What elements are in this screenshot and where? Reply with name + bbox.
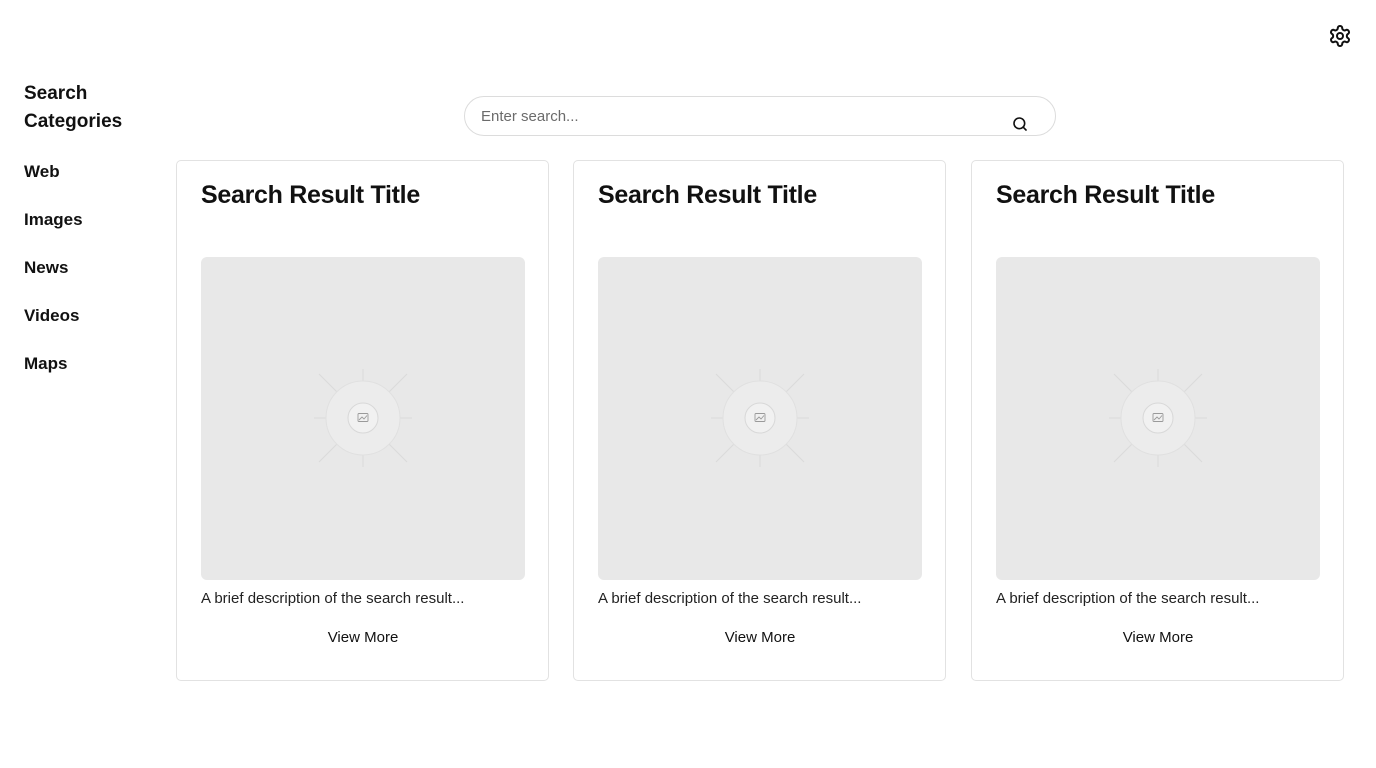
sidebar-item-web[interactable]: Web [24, 160, 164, 184]
sidebar-item-maps[interactable]: Maps [24, 352, 164, 376]
search-button[interactable] [1011, 115, 1029, 133]
sidebar-item-news[interactable]: News [24, 256, 164, 280]
result-card: Search Result Title A brief description … [573, 160, 946, 681]
result-image [996, 257, 1320, 580]
results-grid: Search Result Title A brief description … [176, 160, 1344, 681]
result-card: Search Result Title A brief description … [971, 160, 1344, 681]
sidebar-item-videos[interactable]: Videos [24, 304, 164, 328]
category-list: Web Images News Videos Maps [24, 160, 164, 376]
sidebar: Search Categories Web Images News Videos… [24, 80, 164, 400]
gear-icon [1330, 25, 1350, 47]
result-title: Search Result Title [201, 181, 420, 209]
view-more-button[interactable]: View More [598, 627, 922, 647]
result-image [598, 257, 922, 580]
search-bar [464, 96, 1056, 136]
result-title: Search Result Title [598, 181, 817, 209]
image-placeholder-icon [711, 369, 809, 467]
search-icon [1013, 117, 1027, 131]
result-title: Search Result Title [996, 181, 1215, 209]
view-more-button[interactable]: View More [201, 627, 525, 647]
sidebar-item-images[interactable]: Images [24, 208, 164, 232]
search-input[interactable] [481, 97, 1001, 135]
result-description: A brief description of the search result… [996, 590, 1260, 607]
image-placeholder-icon [314, 369, 412, 467]
result-image [201, 257, 525, 580]
result-card: Search Result Title A brief description … [176, 160, 549, 681]
result-description: A brief description of the search result… [598, 590, 862, 607]
settings-button[interactable] [1327, 23, 1353, 49]
page: Search Categories Web Images News Videos… [0, 0, 1376, 768]
result-description: A brief description of the search result… [201, 590, 465, 607]
view-more-button[interactable]: View More [996, 627, 1320, 647]
image-placeholder-icon [1109, 369, 1207, 467]
sidebar-title: Search Categories [24, 83, 123, 132]
